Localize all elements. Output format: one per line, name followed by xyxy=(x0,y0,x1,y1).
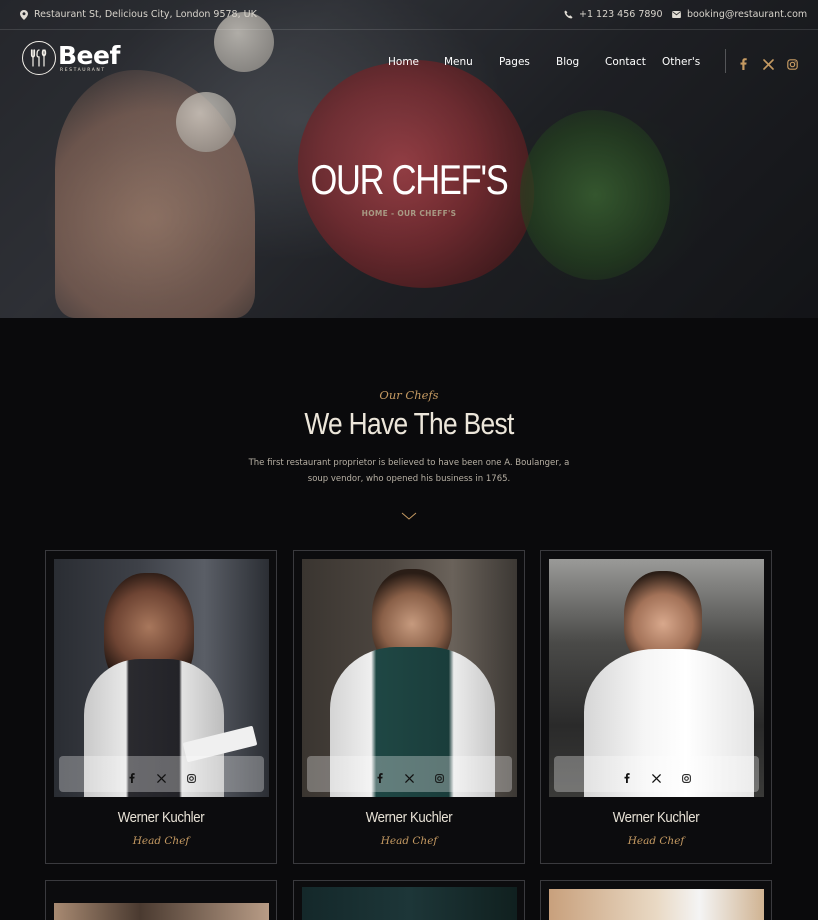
chef-card[interactable]: Werner Kuchler Head Chef xyxy=(45,550,277,864)
instagram-icon[interactable] xyxy=(435,768,444,787)
phone-info[interactable]: +1 123 456 7890 xyxy=(564,9,663,20)
chef-photo xyxy=(54,903,269,920)
phone-text[interactable]: +1 123 456 7890 xyxy=(579,9,663,20)
nav-item-home[interactable]: Home xyxy=(388,56,419,68)
facebook-icon[interactable] xyxy=(129,768,135,787)
chef-card[interactable]: Werner Kuchler Head Chef xyxy=(540,550,772,864)
x-icon[interactable] xyxy=(157,768,166,787)
chef-name[interactable]: Werner Kuchler xyxy=(308,809,510,826)
chef-card[interactable]: Werner Kuchler Head Chef xyxy=(293,550,525,864)
instagram-icon[interactable] xyxy=(787,55,798,74)
chef-card[interactable] xyxy=(293,880,525,920)
section-subtitle: Our Chefs xyxy=(379,388,439,402)
hero-salt-shaker-image xyxy=(176,92,236,152)
chef-social-links xyxy=(307,756,512,792)
top-info-bar: Restaurant St, Delicious City, London 95… xyxy=(0,0,818,30)
x-icon[interactable] xyxy=(763,55,774,74)
envelope-icon xyxy=(672,11,681,18)
breadcrumb[interactable]: HOME - OUR CHEFF'S xyxy=(0,209,818,218)
facebook-icon[interactable] xyxy=(740,55,747,74)
chef-photo xyxy=(302,887,517,920)
email-text[interactable]: booking@restaurant.com xyxy=(687,9,807,20)
chef-social-links xyxy=(59,756,264,792)
map-pin-icon xyxy=(20,9,28,20)
email-info[interactable]: booking@restaurant.com xyxy=(672,9,807,20)
chef-role: Head Chef xyxy=(132,835,190,847)
section-divider-ornament xyxy=(288,512,530,520)
chef-role: Head Chef xyxy=(627,835,685,847)
chef-name[interactable]: Werner Kuchler xyxy=(60,809,262,826)
chef-card[interactable] xyxy=(45,880,277,920)
section-description: The first restaurant proprietor is belie… xyxy=(248,458,570,484)
logo-name: Beef xyxy=(58,40,120,70)
instagram-icon[interactable] xyxy=(682,768,691,787)
nav-item-menu[interactable]: Menu xyxy=(444,56,473,68)
chef-social-links xyxy=(554,756,759,792)
nav-item-pages[interactable]: Pages xyxy=(499,56,530,68)
nav-divider xyxy=(725,49,726,73)
x-icon[interactable] xyxy=(405,768,414,787)
phone-icon xyxy=(564,10,573,19)
chef-name[interactable]: Werner Kuchler xyxy=(555,809,757,826)
address-text: Restaurant St, Delicious City, London 95… xyxy=(34,9,257,20)
x-icon[interactable] xyxy=(652,768,661,787)
instagram-icon[interactable] xyxy=(187,768,196,787)
cutlery-logo-icon xyxy=(22,41,56,75)
nav-item-others[interactable]: Other's xyxy=(662,56,700,68)
facebook-icon[interactable] xyxy=(377,768,383,787)
site-logo[interactable]: Beef RESTAURANT xyxy=(22,41,120,75)
nav-item-contact[interactable]: Contact xyxy=(605,56,646,68)
nav-item-blog[interactable]: Blog xyxy=(556,56,579,68)
chef-role: Head Chef xyxy=(380,835,438,847)
address-info: Restaurant St, Delicious City, London 95… xyxy=(20,9,257,20)
chef-card[interactable] xyxy=(540,880,772,920)
chef-photo xyxy=(549,889,764,920)
facebook-icon[interactable] xyxy=(624,768,630,787)
section-title: We Have The Best xyxy=(304,406,514,441)
page-title: OUR CHEF'S xyxy=(310,156,508,203)
